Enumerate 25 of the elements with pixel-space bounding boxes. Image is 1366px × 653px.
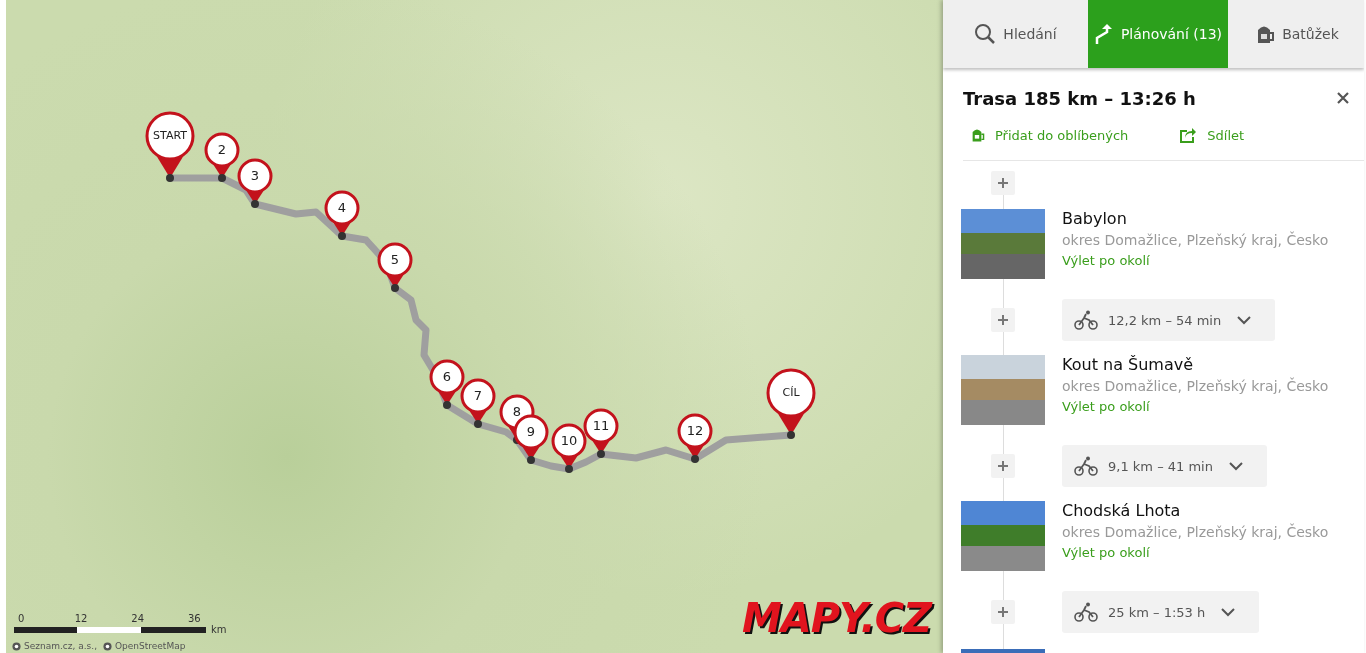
- scale-label: 36: [187, 613, 202, 624]
- tab[interactable]: Batůžek: [1228, 0, 1364, 68]
- route-segment[interactable]: 12,2 km – 54 min: [1062, 299, 1276, 341]
- trip-link[interactable]: Výlet po okolí: [1062, 251, 1329, 271]
- trip-link[interactable]: Výlet po okolí: [1062, 397, 1329, 417]
- place-name: Kout na Šumavě: [1062, 355, 1194, 375]
- scale-label: 0: [18, 613, 26, 624]
- scale-label: 12: [74, 613, 89, 624]
- action-link[interactable]: Přidat do oblíbených: [969, 124, 1129, 146]
- place-name: Babylon: [1062, 209, 1128, 229]
- tab[interactable]: Hledání: [943, 0, 1088, 68]
- attribution-text: OpenStreetMap: [115, 641, 186, 651]
- mapy-logo: MAPY.CZ: [742, 595, 931, 641]
- scale-unit: km: [211, 624, 227, 635]
- place-name: Chodská Lhota: [1062, 501, 1182, 521]
- route-segment[interactable]: 25 km – 1:53 h: [1062, 591, 1260, 633]
- route-segment[interactable]: 9,1 km – 41 min: [1062, 445, 1267, 487]
- action-link[interactable]: Sdílet: [1180, 124, 1245, 146]
- attribution-text: Seznam.cz, a.s.,: [24, 641, 97, 651]
- route-title: Trasa 185 km – 13:26 h: [963, 87, 1196, 109]
- trip-link[interactable]: Výlet po okolí: [1062, 543, 1329, 563]
- place-region: okres Domažlice, Plzeňský kraj, Česko: [1062, 376, 1329, 396]
- scale-label: 24: [131, 613, 146, 624]
- place-region: okres Domažlice, Plzeňský kraj, Česko: [1062, 230, 1329, 250]
- place-region: okres Domažlice, Plzeňský kraj, Česko: [1062, 522, 1329, 542]
